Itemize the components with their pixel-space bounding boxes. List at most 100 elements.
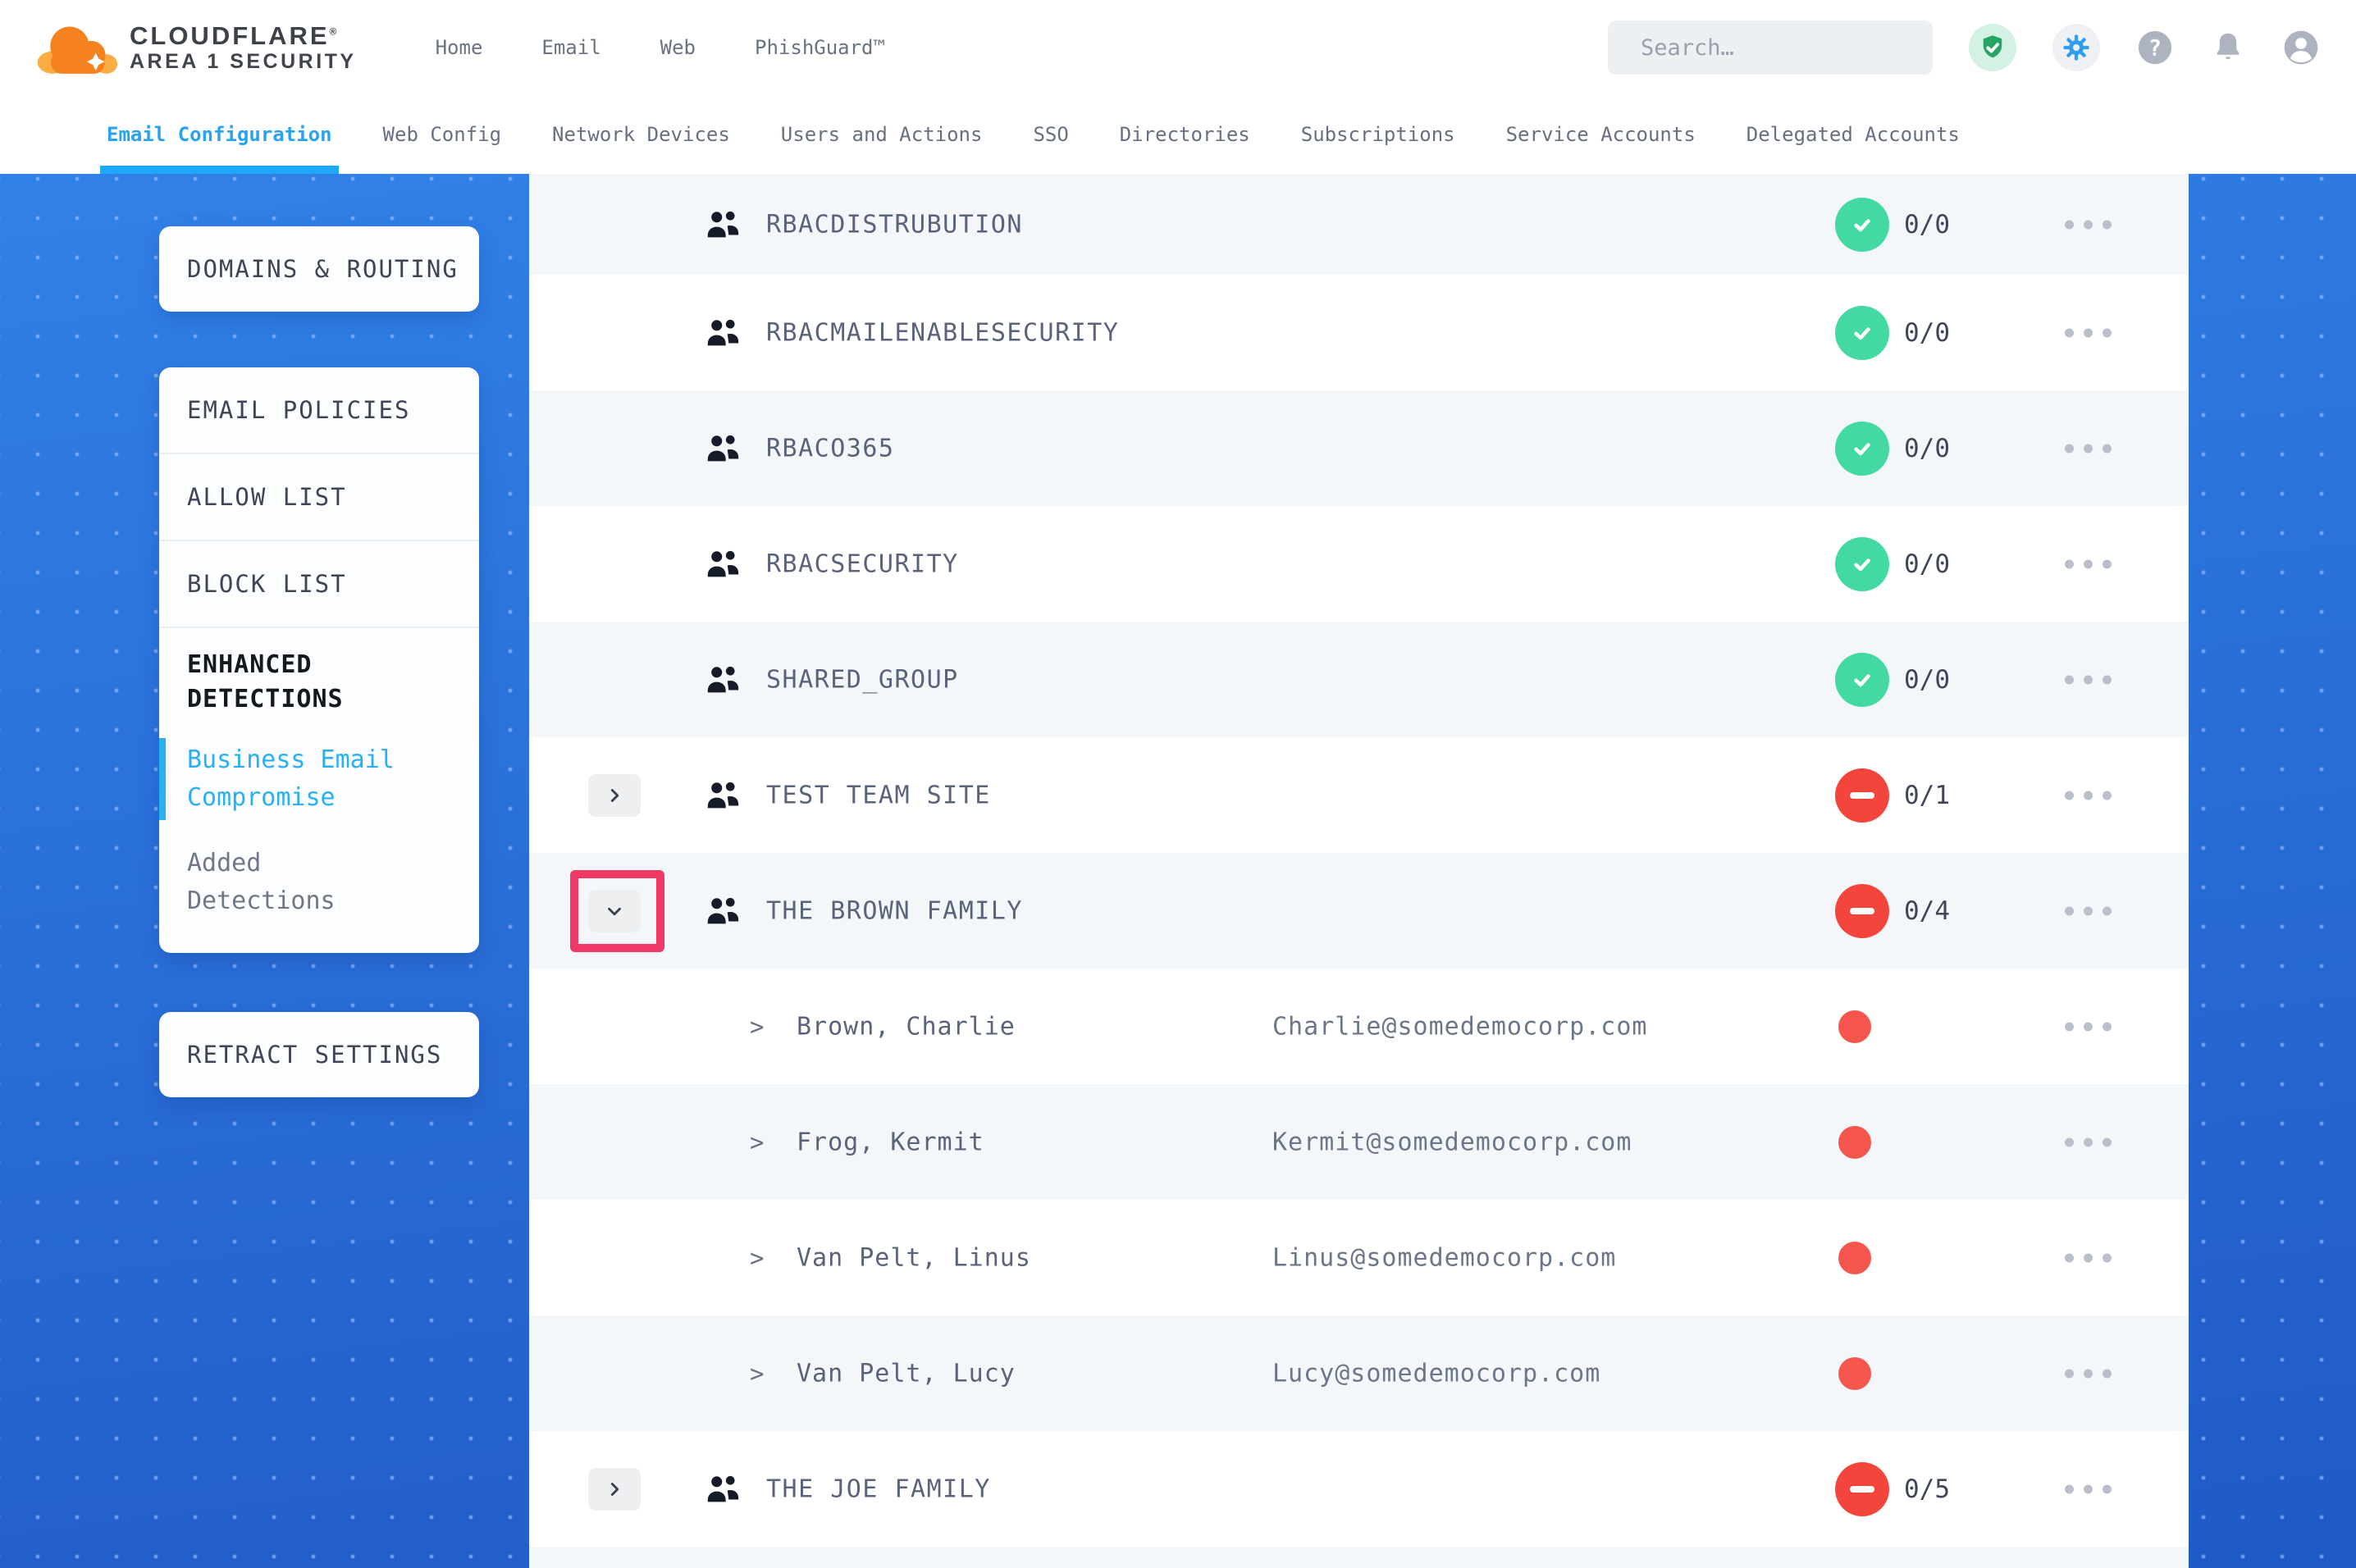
- red-status-dot: [1838, 1357, 1871, 1390]
- row-menu-button[interactable]: [2065, 559, 2112, 568]
- member-name[interactable]: Van Pelt, Linus: [797, 1243, 1031, 1272]
- sidebar-card-email-policies: EMAIL POLICIES ALLOW LIST BLOCK LIST ENH…: [159, 367, 479, 953]
- row-menu-button[interactable]: [2065, 791, 2112, 800]
- member-count: 0/0: [1904, 549, 1950, 579]
- group-name[interactable]: SHARED_GROUP: [766, 665, 959, 694]
- group-row: THE BROWN FAMILY 0/4: [529, 853, 2189, 969]
- group-row: THE JOE FAMILY 0/5: [529, 1431, 2189, 1547]
- row-menu-button[interactable]: [2065, 1022, 2112, 1031]
- groups-table: RBACDISTRUBUTION 0/0 RBACMAILENABLESECUR…: [529, 174, 2189, 1568]
- tab-users-and-actions[interactable]: Users and Actions: [781, 95, 983, 174]
- member-count: 0/4: [1904, 896, 1950, 926]
- row-menu-button[interactable]: [2065, 1253, 2112, 1262]
- page-content: DOMAINS & ROUTING EMAIL POLICIES ALLOW L…: [0, 174, 2356, 1568]
- primary-nav: Home Email Web PhishGuard™: [436, 36, 885, 59]
- row-menu-button[interactable]: [2065, 1369, 2112, 1378]
- group-icon: [704, 1473, 742, 1506]
- help-button[interactable]: ?: [2136, 29, 2174, 66]
- group-name[interactable]: THE JOE FAMILY: [766, 1475, 991, 1503]
- check-badge-icon: [1835, 422, 1889, 476]
- nav-phishguard[interactable]: PhishGuard™: [755, 36, 885, 59]
- sidebar-card-retract-settings: RETRACT SETTINGS: [159, 1012, 479, 1097]
- tab-delegated-accounts[interactable]: Delegated Accounts: [1746, 95, 1960, 174]
- brand-subtitle: AREA 1 SECURITY: [130, 50, 357, 74]
- group-icon: [704, 432, 742, 465]
- member-count: 0/5: [1904, 1475, 1950, 1504]
- expand-button[interactable]: [588, 1468, 641, 1511]
- security-status-button[interactable]: [1969, 24, 2016, 71]
- member-name[interactable]: Van Pelt, Lucy: [797, 1359, 1016, 1388]
- enhanced-detections-heading: ENHANCED DETECTIONS: [187, 648, 409, 717]
- row-menu-button[interactable]: [2065, 444, 2112, 453]
- row-menu-button[interactable]: [2065, 906, 2112, 915]
- group-icon: [704, 663, 742, 696]
- minus-badge-icon: [1835, 1462, 1889, 1516]
- notifications-button[interactable]: [2210, 30, 2246, 66]
- member-chevron-icon[interactable]: >: [750, 1128, 764, 1156]
- member-name[interactable]: Brown, Charlie: [797, 1012, 1016, 1041]
- sidebar-item-retract-settings[interactable]: RETRACT SETTINGS: [159, 1012, 479, 1097]
- nav-email[interactable]: Email: [541, 36, 600, 59]
- group-name[interactable]: RBACO365: [766, 434, 895, 463]
- member-chevron-icon[interactable]: >: [750, 1013, 764, 1041]
- account-button[interactable]: [2282, 29, 2320, 66]
- member-row: > Frog, Kermit Kermit@somedemocorp.com: [529, 1084, 2189, 1200]
- member-chevron-icon[interactable]: >: [750, 1244, 764, 1272]
- search-box[interactable]: [1608, 21, 1933, 75]
- row-menu-button[interactable]: [2065, 220, 2112, 229]
- collapse-button[interactable]: [588, 890, 641, 932]
- sidebar: DOMAINS & ROUTING EMAIL POLICIES ALLOW L…: [159, 226, 479, 1097]
- sidebar-card-domains-routing: DOMAINS & ROUTING: [159, 226, 479, 312]
- member-count: 0/0: [1904, 318, 1950, 348]
- member-row: > Van Pelt, Lucy Lucy@somedemocorp.com: [529, 1315, 2189, 1431]
- header-actions: ?: [1608, 21, 2320, 75]
- tab-network-devices[interactable]: Network Devices: [552, 95, 730, 174]
- row-menu-button[interactable]: [2065, 1137, 2112, 1146]
- tab-service-accounts[interactable]: Service Accounts: [1506, 95, 1696, 174]
- bell-icon: [2210, 30, 2246, 66]
- sidebar-item-email-policies[interactable]: EMAIL POLICIES: [159, 367, 479, 453]
- member-row: > Van Pelt, Linus Linus@somedemocorp.com: [529, 1200, 2189, 1315]
- top-header: CLOUDFLARE® AREA 1 SECURITY Home Email W…: [0, 0, 2356, 95]
- settings-button[interactable]: [2052, 24, 2100, 71]
- cloudflare-cloud-icon: [36, 16, 118, 80]
- sidebar-item-block-list[interactable]: BLOCK LIST: [159, 541, 479, 627]
- row-menu-button[interactable]: [2065, 675, 2112, 684]
- tab-email-configuration[interactable]: Email Configuration: [107, 95, 332, 174]
- member-chevron-icon[interactable]: >: [750, 1360, 764, 1388]
- group-name[interactable]: RBACSECURITY: [766, 549, 959, 578]
- tab-subscriptions[interactable]: Subscriptions: [1301, 95, 1455, 174]
- member-name[interactable]: Frog, Kermit: [797, 1128, 984, 1156]
- config-tabs: Email Configuration Web Config Network D…: [0, 95, 2356, 174]
- tab-directories[interactable]: Directories: [1120, 95, 1250, 174]
- search-input[interactable]: [1641, 35, 1922, 61]
- group-row: RBACO365 0/0: [529, 390, 2189, 506]
- person-circle-icon: [2282, 29, 2320, 66]
- partial-row: [529, 1547, 2189, 1568]
- sidebar-item-allow-list[interactable]: ALLOW LIST: [159, 454, 479, 540]
- row-menu-button[interactable]: [2065, 328, 2112, 337]
- nav-web[interactable]: Web: [660, 36, 696, 59]
- sidebar-item-domains-routing[interactable]: DOMAINS & ROUTING: [159, 226, 479, 312]
- group-name[interactable]: RBACDISTRUBUTION: [766, 210, 1023, 239]
- group-name[interactable]: RBACMAILENABLESECURITY: [766, 318, 1119, 347]
- group-icon: [704, 208, 742, 241]
- group-name[interactable]: TEST TEAM SITE: [766, 781, 991, 809]
- red-status-dot: [1838, 1010, 1871, 1043]
- member-count: 0/0: [1904, 434, 1950, 463]
- tab-sso[interactable]: SSO: [1033, 95, 1068, 174]
- member-row: > Brown, Charlie Charlie@somedemocorp.co…: [529, 969, 2189, 1084]
- nav-home[interactable]: Home: [436, 36, 483, 59]
- member-count: 0/1: [1904, 781, 1950, 810]
- row-menu-button[interactable]: [2065, 1484, 2112, 1493]
- tab-web-config[interactable]: Web Config: [383, 95, 502, 174]
- group-row: RBACMAILENABLESECURITY 0/0: [529, 275, 2189, 390]
- member-count: 0/0: [1904, 665, 1950, 695]
- expand-button[interactable]: [588, 774, 641, 817]
- sidebar-item-added-detections[interactable]: Added Detections: [187, 845, 417, 920]
- cloudflare-logo[interactable]: CLOUDFLARE® AREA 1 SECURITY: [36, 16, 357, 80]
- minus-badge-icon: [1835, 768, 1889, 823]
- group-row: TEST TEAM SITE 0/1: [529, 737, 2189, 853]
- group-name[interactable]: THE BROWN FAMILY: [766, 896, 1023, 925]
- sidebar-item-business-email-compromise[interactable]: Business Email Compromise: [187, 741, 417, 817]
